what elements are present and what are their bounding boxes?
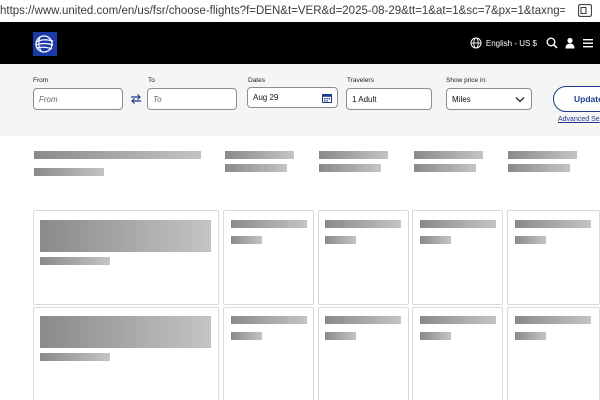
- dates-value: Aug 29: [253, 93, 279, 102]
- advanced-search-link[interactable]: Advanced Se: [558, 116, 600, 123]
- skeleton-line: [515, 220, 591, 228]
- skeleton-line: [515, 236, 546, 244]
- skeleton-line: [420, 236, 451, 244]
- update-button[interactable]: Update: [553, 86, 600, 112]
- from-field[interactable]: From: [33, 88, 123, 110]
- travelers-field[interactable]: 1 Adult: [346, 88, 432, 110]
- skeleton-line: [420, 316, 496, 324]
- browser-address-bar[interactable]: https://www.united.com/en/us/fsr/choose-…: [0, 0, 600, 22]
- to-label: To: [148, 77, 155, 84]
- skeleton-column-header: [414, 151, 483, 159]
- from-placeholder: From: [39, 94, 58, 104]
- skeleton-line: [325, 220, 401, 228]
- skeleton-line: [325, 236, 356, 244]
- skeleton-line: [420, 220, 496, 228]
- skeleton-fare-card: [412, 307, 503, 400]
- skeleton-line: [231, 220, 307, 228]
- dates-field[interactable]: Aug 29: [247, 87, 338, 108]
- skeleton-line: [40, 353, 110, 361]
- skeleton-fare-card: [507, 307, 600, 400]
- skeleton-block: [40, 220, 211, 252]
- chevron-down-icon: [515, 97, 525, 103]
- header-utilities: English - US $: [470, 22, 600, 64]
- skeleton-line: [40, 257, 110, 265]
- search-icon[interactable]: [546, 37, 558, 49]
- skeleton-line: [515, 316, 591, 324]
- swap-arrows-icon[interactable]: [129, 92, 143, 106]
- dates-label: Dates: [248, 77, 265, 84]
- price-value: Miles: [452, 94, 471, 104]
- calendar-icon[interactable]: [322, 93, 332, 103]
- skeleton-fare-card: [412, 210, 503, 305]
- skeleton-fare-card: [318, 210, 409, 305]
- skeleton-subtitle-bar: [34, 168, 104, 176]
- price-select[interactable]: Miles: [446, 88, 532, 110]
- skeleton-line: [515, 332, 546, 340]
- skeleton-column-header: [225, 151, 294, 159]
- skeleton-fare-card: [318, 307, 409, 400]
- skeleton-line: [231, 316, 307, 324]
- skeleton-flight-card: [33, 307, 219, 400]
- united-globe-logo-graphic: [33, 32, 57, 56]
- from-label: From: [33, 77, 49, 84]
- skeleton-fare-card: [223, 307, 314, 400]
- site-header: English - US $: [0, 22, 600, 64]
- skeleton-line: [325, 332, 356, 340]
- skeleton-fare-card: [223, 210, 314, 305]
- skeleton-column-subheader: [414, 164, 476, 172]
- travelers-value: 1 Adult: [352, 94, 377, 104]
- to-field[interactable]: To: [147, 88, 237, 110]
- skeleton-column-subheader: [508, 164, 570, 172]
- menu-icon[interactable]: [582, 37, 594, 49]
- price-label: Show price in:: [446, 77, 487, 84]
- skeleton-line: [420, 332, 451, 340]
- skeleton-block: [40, 316, 211, 348]
- skeleton-line: [231, 236, 262, 244]
- skeleton-fare-card: [507, 210, 600, 305]
- url-text[interactable]: https://www.united.com/en/us/fsr/choose-…: [0, 5, 565, 17]
- skeleton-column-subheader: [225, 164, 287, 172]
- united-globe-logo[interactable]: [33, 32, 57, 56]
- page: https://www.united.com/en/us/fsr/choose-…: [0, 0, 600, 400]
- skeleton-flight-card: [33, 210, 219, 305]
- skeleton-column-header: [319, 151, 388, 159]
- skeleton-title-bar: [34, 151, 201, 159]
- user-icon[interactable]: [564, 37, 576, 49]
- to-placeholder: To: [153, 94, 162, 104]
- language-selector[interactable]: English - US $: [486, 39, 537, 48]
- extension-icon[interactable]: [578, 4, 592, 17]
- skeleton-column-header: [508, 151, 577, 159]
- skeleton-line: [325, 316, 401, 324]
- skeleton-line: [231, 332, 262, 340]
- globe-icon[interactable]: [470, 37, 482, 49]
- travelers-label: Travelers: [347, 77, 374, 84]
- skeleton-column-subheader: [319, 164, 381, 172]
